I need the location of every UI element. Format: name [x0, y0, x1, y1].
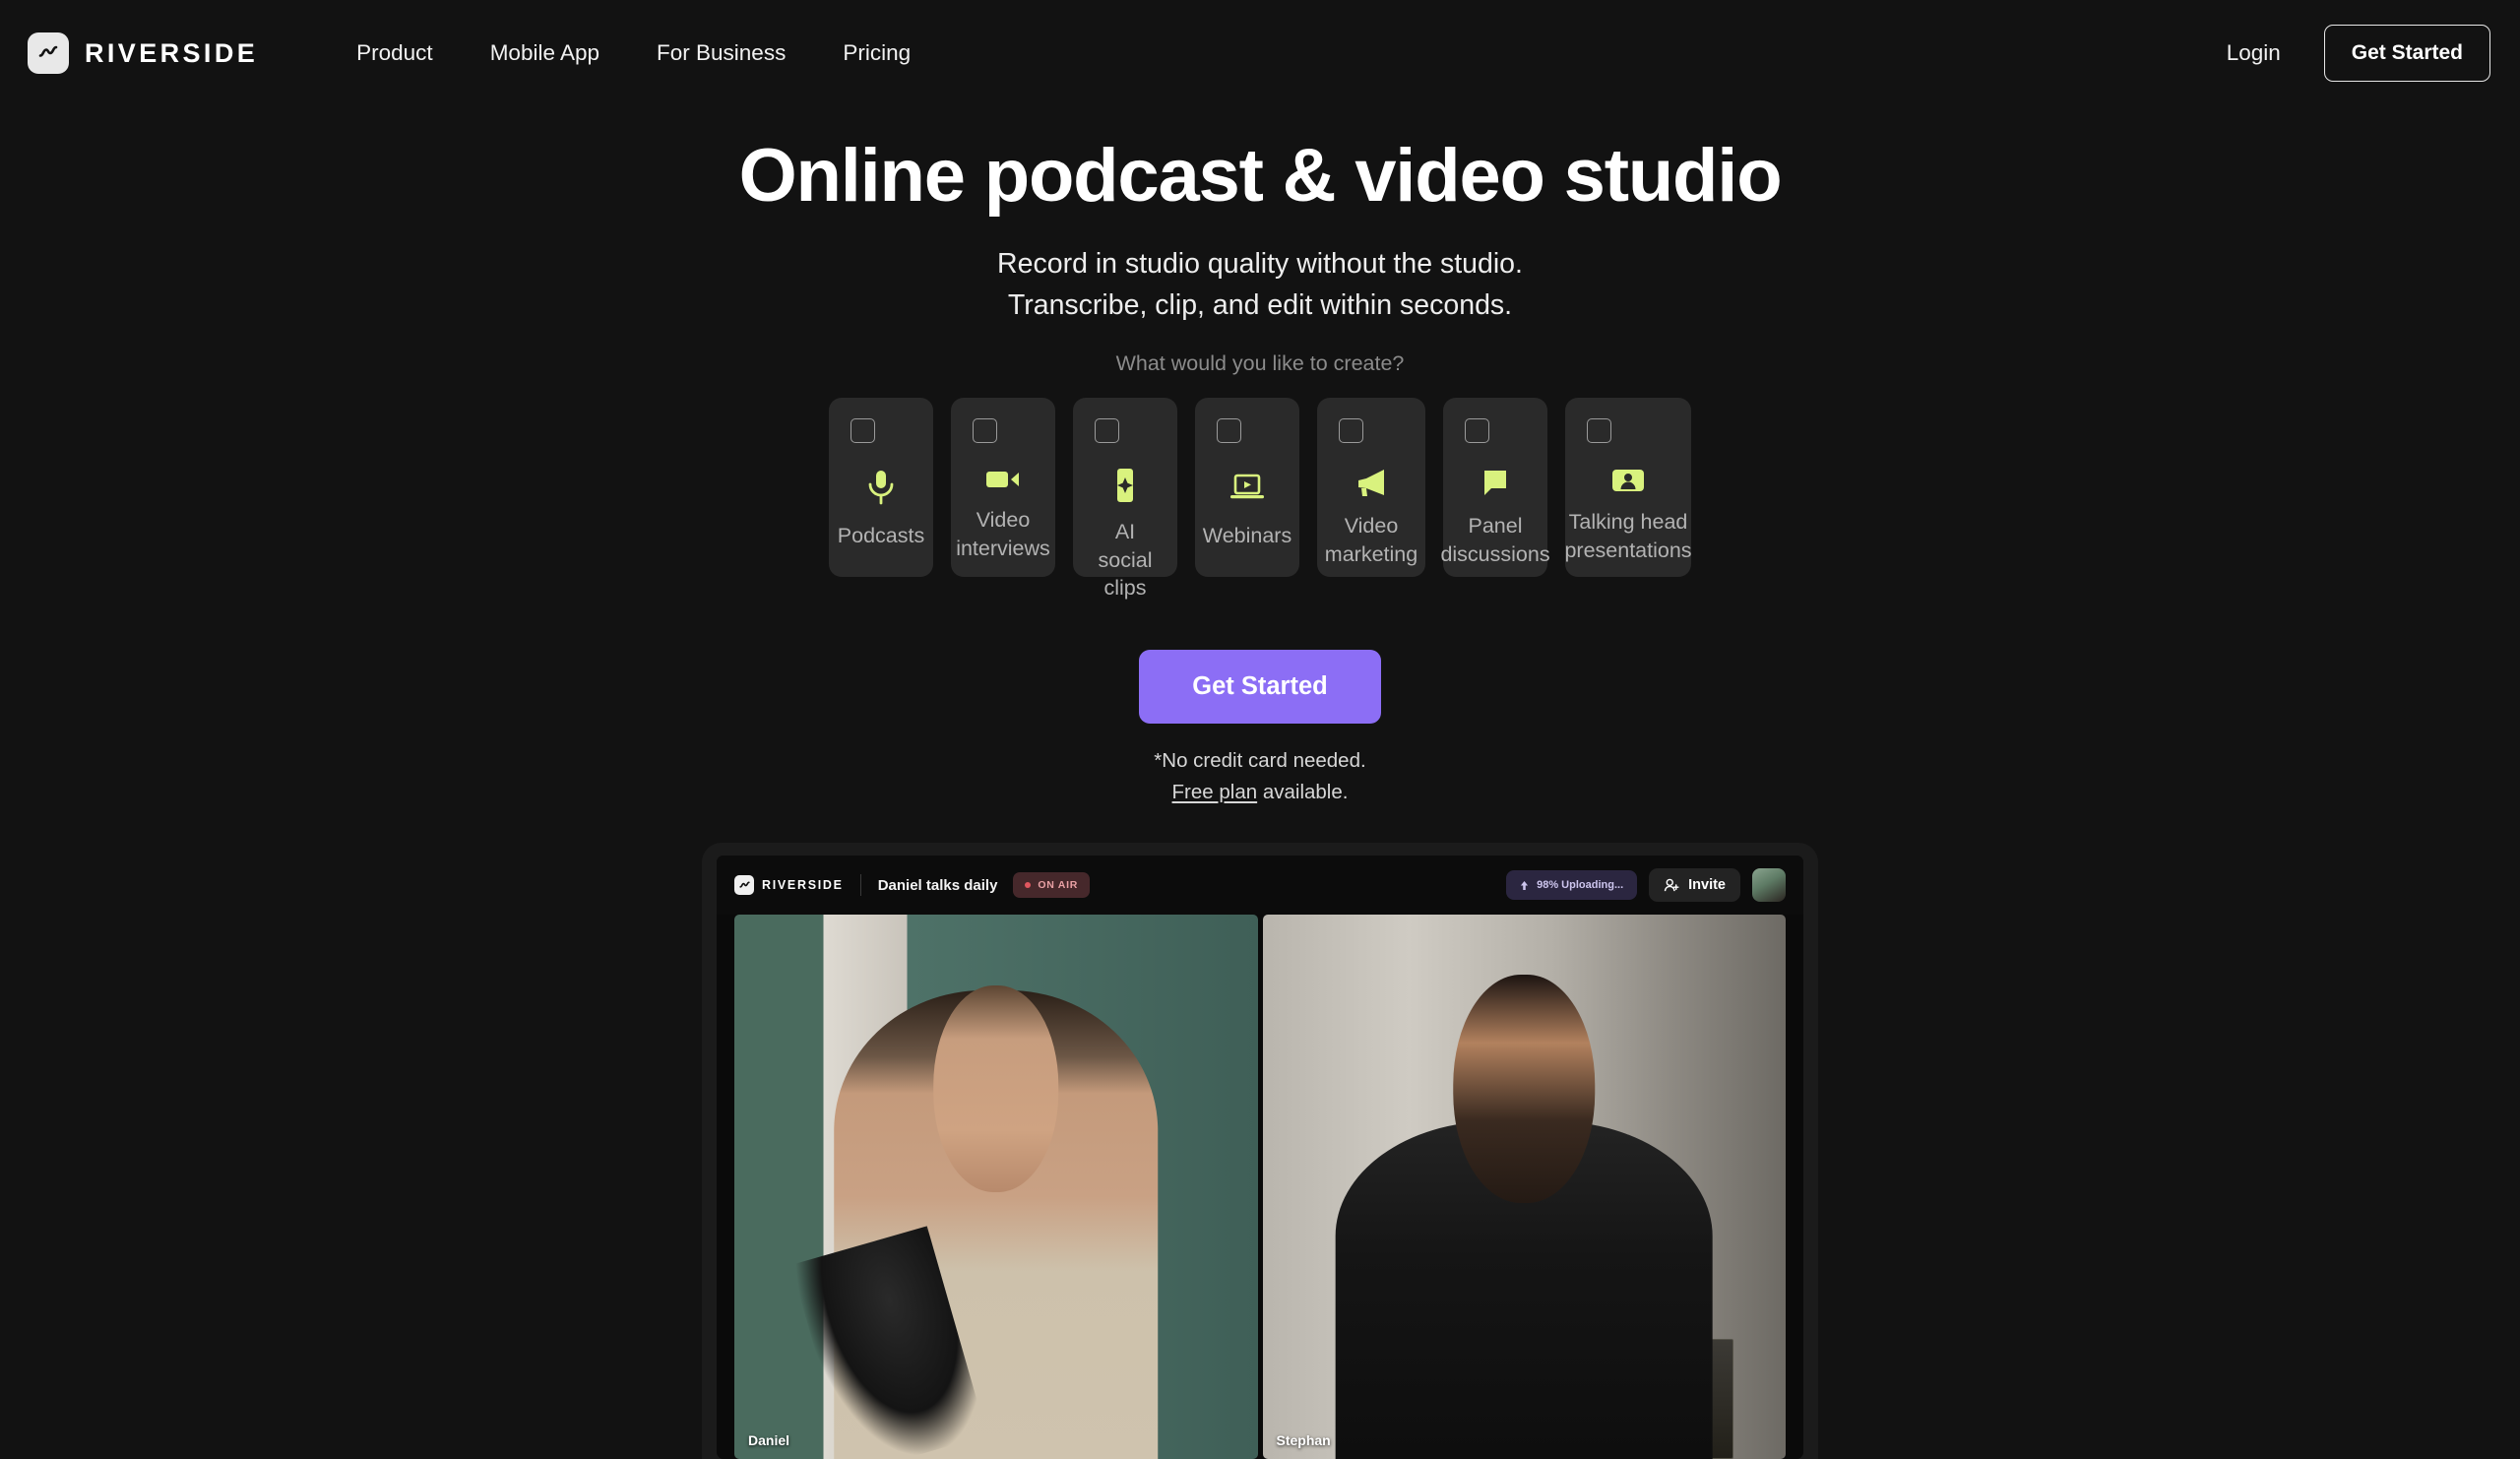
cta-note: *No credit card needed. Free plan availa… — [0, 745, 2520, 808]
app-toolbar: RIVERSIDE Daniel talks daily ON AIR 98% … — [717, 856, 1803, 915]
person-card-icon — [1609, 467, 1647, 494]
upload-status-pill: 98% Uploading... — [1506, 870, 1638, 900]
wave-logo-icon — [28, 32, 69, 74]
hero-prompt: What would you like to create? — [1115, 351, 1405, 376]
category-label: Video interviews — [956, 508, 1050, 560]
site-header: RIVERSIDE Product Mobile App For Busines… — [0, 0, 2520, 106]
hero-subtitle-line-1: Record in studio quality without the stu… — [997, 248, 1523, 281]
category-checkbox[interactable] — [1095, 418, 1119, 444]
upload-status-label: 98% Uploading... — [1537, 879, 1624, 891]
category-card-ai-social-clips[interactable]: AI social clips — [1073, 398, 1177, 600]
participant-head — [1453, 974, 1595, 1204]
get-started-primary-button[interactable]: Get Started — [1139, 650, 1381, 725]
category-label: Webinars — [1202, 524, 1292, 548]
participant-head — [932, 984, 1059, 1192]
category-card-row: Podcasts Video interviews AI social clip… — [0, 398, 2520, 600]
app-wave-logo-icon — [734, 875, 754, 895]
hero-subtitle: Record in studio quality without the stu… — [0, 243, 2520, 326]
cta-note-line-2: Free plan available. — [0, 777, 2520, 808]
category-checkbox[interactable] — [850, 418, 875, 444]
video-camera-icon — [984, 467, 1022, 492]
cta-note-line-1: *No credit card needed. — [1154, 749, 1366, 773]
laptop-play-icon — [1228, 467, 1266, 508]
cta-note-suffix: available. — [1257, 781, 1349, 804]
nav-item-pricing[interactable]: Pricing — [843, 40, 911, 66]
category-checkbox[interactable] — [1587, 418, 1611, 444]
nav-item-for-business[interactable]: For Business — [657, 40, 786, 66]
hero-subtitle-line-2: Transcribe, clip, and edit within second… — [1007, 289, 1513, 322]
category-checkbox[interactable] — [973, 418, 997, 444]
page-title: Online podcast & video studio — [738, 134, 1783, 218]
category-checkbox[interactable] — [1339, 418, 1363, 444]
category-card-video-interviews[interactable]: Video interviews — [951, 398, 1055, 578]
add-person-icon — [1664, 878, 1679, 892]
participant-name: Stephan — [1276, 1432, 1331, 1448]
category-label: Panel discussions — [1440, 514, 1550, 566]
app-toolbar-actions: 98% Uploading... Invite — [1506, 868, 1786, 902]
app-brand-name: RIVERSIDE — [762, 878, 844, 892]
category-checkbox[interactable] — [1465, 418, 1489, 444]
main-nav: Product Mobile App For Business Pricing — [356, 40, 911, 66]
video-stage: Daniel Stephan — [717, 915, 1803, 1459]
free-plan-link[interactable]: Free plan — [1172, 781, 1258, 803]
landing-page: RIVERSIDE Product Mobile App For Busines… — [0, 0, 2520, 1459]
category-card-podcasts[interactable]: Podcasts — [829, 398, 933, 578]
invite-label: Invite — [1688, 877, 1726, 893]
category-label: AI social clips — [1098, 520, 1153, 601]
recording-dot-icon — [1025, 882, 1032, 888]
category-card-talking-head-presentations[interactable]: Talking head presentations — [1564, 398, 1692, 578]
category-checkbox[interactable] — [1217, 418, 1241, 444]
participant-name: Daniel — [748, 1432, 790, 1448]
video-tile-stephan[interactable]: Stephan — [1262, 915, 1786, 1459]
nav-item-product[interactable]: Product — [356, 40, 433, 66]
toolbar-divider — [859, 874, 861, 896]
category-label: Podcasts — [837, 524, 925, 548]
session-title: Daniel talks daily — [877, 876, 998, 894]
microphone-icon — [865, 467, 897, 508]
get-started-header-button[interactable]: Get Started — [2323, 25, 2490, 82]
invite-button[interactable]: Invite — [1649, 868, 1740, 902]
cta-section: Get Started *No credit card needed. Free… — [0, 650, 2520, 808]
status-badge-label: ON AIR — [1038, 879, 1078, 891]
video-tile-daniel[interactable]: Daniel — [734, 915, 1258, 1459]
megaphone-icon — [1354, 467, 1389, 498]
hero-section: Online podcast & video studio Record in … — [0, 106, 2520, 808]
brand-logo[interactable]: RIVERSIDE — [28, 32, 258, 74]
upload-arrow-icon — [1521, 880, 1529, 890]
category-card-panel-discussions[interactable]: Panel discussions — [1440, 398, 1550, 578]
category-card-video-marketing[interactable]: Video marketing — [1317, 398, 1425, 578]
category-label: Talking head presentations — [1564, 510, 1692, 562]
status-badge: ON AIR — [1013, 872, 1090, 898]
header-actions: Login Get Started — [2227, 0, 2490, 106]
category-label: Video marketing — [1324, 514, 1418, 566]
speech-bubble-icon — [1480, 467, 1511, 498]
login-link[interactable]: Login — [2227, 40, 2281, 66]
brand-name: RIVERSIDE — [85, 37, 259, 68]
avatar[interactable] — [1752, 868, 1786, 902]
nav-item-mobile-app[interactable]: Mobile App — [490, 40, 599, 66]
category-card-webinars[interactable]: Webinars — [1195, 398, 1299, 578]
laptop-mockup: RIVERSIDE Daniel talks daily ON AIR 98% … — [702, 843, 1818, 1459]
sparkle-clip-icon — [1112, 467, 1138, 504]
app-screen: RIVERSIDE Daniel talks daily ON AIR 98% … — [717, 856, 1803, 1459]
